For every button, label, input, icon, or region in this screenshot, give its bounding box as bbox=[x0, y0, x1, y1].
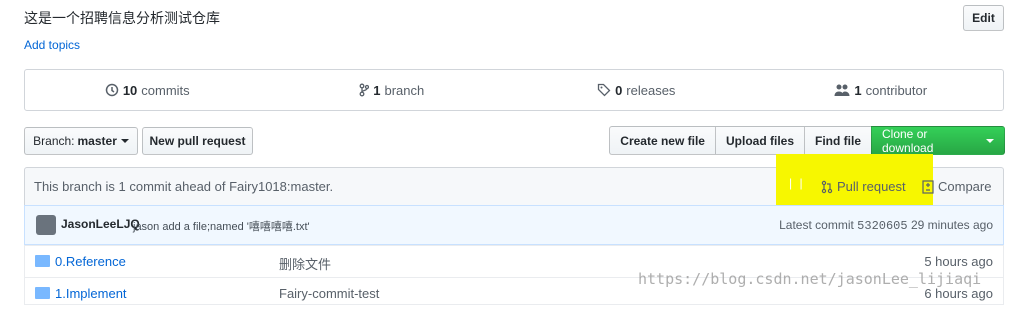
people-icon bbox=[834, 83, 850, 97]
repo-summary: 10 commits 1 branch 0 releases 1 contrib… bbox=[24, 69, 1004, 111]
commit-message-link[interactable]: jason add a file;named '嘻嘻嘻嘻.txt' bbox=[133, 218, 310, 234]
branch-prefix: Branch: bbox=[33, 134, 75, 148]
find-file-button[interactable]: Find file bbox=[804, 126, 872, 155]
clone-label: Clone or download bbox=[882, 126, 934, 155]
tag-icon bbox=[597, 83, 611, 97]
watermark-text: https://blog.csdn.net/jasonLee_lijiaqi bbox=[638, 270, 982, 288]
chevron-down-icon bbox=[120, 139, 129, 143]
branch-status-text: This branch is 1 commit ahead of Fairy10… bbox=[34, 179, 334, 194]
contributors-count[interactable]: 1 contributor bbox=[759, 70, 1004, 110]
commit-author-link[interactable]: JasonLeeLJQ bbox=[61, 217, 140, 231]
file-age: 6 hours ago bbox=[924, 286, 993, 301]
avatar[interactable] bbox=[36, 215, 56, 235]
file-name-link[interactable]: 0.Reference bbox=[55, 254, 126, 269]
releases-count[interactable]: 0 releases bbox=[514, 70, 759, 110]
latest-commit-prefix: Latest commit bbox=[779, 218, 854, 232]
compare-label: Compare bbox=[938, 179, 992, 194]
diff-icon bbox=[922, 179, 934, 194]
file-age: 5 hours ago bbox=[924, 254, 993, 269]
create-new-file-button[interactable]: Create new file bbox=[609, 126, 716, 155]
file-name-link[interactable]: 1.Implement bbox=[55, 286, 127, 301]
pull-request-label: Pull request bbox=[837, 179, 906, 194]
edit-button[interactable]: Edit bbox=[963, 5, 1004, 31]
releases-label: releases bbox=[626, 82, 676, 98]
pipe-icon: | | bbox=[789, 176, 805, 190]
branches-count[interactable]: 1 branch bbox=[270, 70, 515, 110]
pull-request-link[interactable]: Pull request bbox=[821, 179, 906, 194]
upload-files-button[interactable]: Upload files bbox=[714, 126, 805, 155]
branches-num: 1 bbox=[373, 82, 381, 98]
contributors-num: 1 bbox=[854, 82, 862, 98]
compare-link[interactable]: Compare bbox=[922, 179, 991, 194]
branch-select-button[interactable]: Branch: master bbox=[24, 127, 138, 155]
branch-icon bbox=[359, 83, 370, 97]
contributors-label: contributor bbox=[865, 82, 928, 98]
clone-download-button[interactable]: Clone or download bbox=[871, 126, 1005, 155]
latest-commit-info: Latest commit 5320605 29 minutes ago bbox=[779, 218, 993, 233]
commits-num: 10 bbox=[122, 82, 138, 98]
commit-age: 29 minutes ago bbox=[910, 218, 993, 232]
file-actions: Create new file Upload files Find file C… bbox=[609, 126, 1005, 155]
latest-commit-bar: JasonLeeLJQ jason add a file;named '嘻嘻嘻嘻… bbox=[24, 205, 1004, 245]
new-pull-request-button[interactable]: New pull request bbox=[142, 127, 253, 155]
history-icon bbox=[105, 83, 119, 97]
folder-icon bbox=[35, 287, 50, 299]
folder-icon bbox=[35, 255, 50, 267]
chevron-down-icon bbox=[986, 138, 994, 143]
branches-label: branch bbox=[384, 82, 425, 98]
commit-sha-link[interactable]: 5320605 bbox=[857, 219, 907, 233]
releases-num: 0 bbox=[615, 82, 623, 98]
commits-label: commits bbox=[141, 82, 190, 98]
branch-status-bar: | | This branch is 1 commit ahead of Fai… bbox=[24, 154, 1004, 220]
repo-description: 这是一个招聘信息分析测试仓库 bbox=[24, 10, 220, 26]
file-commit-message[interactable]: Fairy-commit-test bbox=[279, 286, 379, 301]
add-topics-link[interactable]: Add topics bbox=[24, 38, 80, 52]
git-pull-request-icon bbox=[821, 180, 833, 194]
commits-count[interactable]: 10 commits bbox=[25, 70, 270, 110]
file-commit-message[interactable]: 删除文件 bbox=[279, 254, 331, 273]
branch-name: master bbox=[77, 134, 117, 148]
